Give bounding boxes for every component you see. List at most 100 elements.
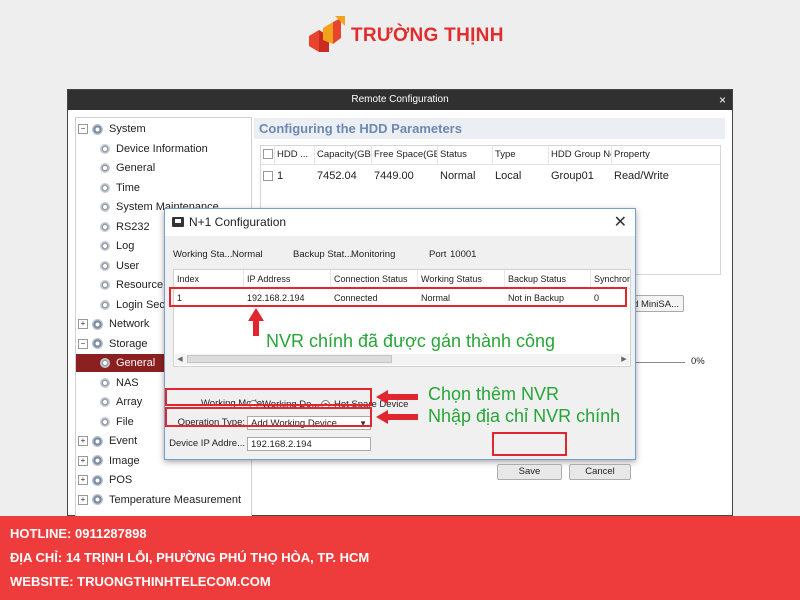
tree-item-label: Event [109,435,138,447]
gear-icon [100,202,110,212]
row-checkbox[interactable] [263,171,273,182]
collapse-icon[interactable]: − [78,124,88,134]
gear-icon [100,260,110,271]
n1-col-header[interactable]: IP Address [244,270,331,288]
hdd-cell: 7449.00 [374,170,414,182]
tree-item-label: General [116,162,156,174]
hdd-col-header[interactable]: Capacity(GB) [315,146,372,164]
table-row[interactable]: 1 7452.04 7449.00 Normal Local Group01 R… [261,166,720,186]
window-titlebar: Remote Configuration × [68,90,732,110]
tree-item[interactable]: Time [100,179,251,197]
contact-footer: HOTLINE: 0911287898 ĐỊA CHỈ: 14 TRỊNH LỖ… [0,516,800,600]
save-button[interactable]: Save [497,464,562,480]
radio-off-icon [249,400,258,409]
n1-cell: 192.168.2.194 [247,293,305,303]
scrollbar-thumb[interactable] [187,355,392,363]
hdd-col-header[interactable]: Type [493,146,549,164]
tree-item[interactable]: − System [78,120,251,138]
window-title: Remote Configuration [351,94,449,105]
collapse-icon[interactable]: − [78,338,88,349]
annotation-enter-ip: Nhập địa chỉ NVR chính [428,406,621,426]
scroll-left-icon[interactable]: ◀ [175,354,185,365]
footer-website: WEBSITE: TRUONGTHINHTELECOM.COM [10,574,271,589]
mode-working-device-radio[interactable]: Working De... [249,399,319,410]
gear-icon [100,182,110,193]
device-ip-input[interactable]: 192.168.2.194 [247,437,371,451]
tree-item-label: Storage [109,337,148,350]
gear-icon [100,358,110,368]
hdd-table-header: HDD ... Capacity(GB) Free Space(GB) Stat… [261,146,720,165]
gear-icon [92,123,103,135]
operation-type-label: Operation Type: [177,417,245,428]
tree-item[interactable]: Device Information [100,140,251,158]
expand-icon[interactable]: + [78,319,88,329]
tree-item-label: General [116,357,156,369]
brand-name: TRƯỜNG THỊNH [351,25,504,46]
dialog-close-icon[interactable]: ✕ [614,212,627,232]
n1-cell: Connected [334,293,378,303]
tree-item[interactable]: + Temperature Measurement [78,491,251,509]
gear-icon [92,435,103,447]
progress-percent: 0% [691,356,705,367]
hdd-cell: Read/Write [614,170,669,182]
table-row[interactable]: 1 192.168.2.194 Connected Normal Not in … [174,290,630,307]
tree-item-label: Network [109,318,150,330]
hdd-col-header[interactable]: HDD Group No. [549,146,612,164]
tree-item[interactable]: General [76,354,166,372]
n1-col-header[interactable]: Backup Status [505,270,591,288]
hdd-col-header[interactable]: Free Space(GB) [372,146,438,164]
port-label: Port [429,249,447,260]
mode-hot-spare-radio[interactable]: Hot Spare Device [321,399,408,410]
device-ip-label: Device IP Addre... [169,438,245,449]
window-close-icon[interactable]: × [719,90,726,110]
n1-device-table: Index IP Address Connection Status Worki… [173,269,631,367]
n1-col-header[interactable]: Working Status [418,270,505,288]
select-all-checkbox[interactable] [263,149,273,160]
hdd-col-header[interactable]: Property [612,146,702,164]
n1-col-header[interactable]: Index [174,270,244,288]
dialog-app-icon [172,217,184,227]
hdd-col-header[interactable]: HDD ... [275,146,315,164]
tree-item-label: Login Secu [116,298,172,311]
operation-type-select[interactable]: Add Working Device ▼ [247,416,371,430]
working-status-value: Normal [232,249,263,260]
radio-on-icon [321,400,330,409]
gear-icon [92,494,103,505]
radio-label: Hot Spare Device [334,399,409,410]
scroll-right-icon[interactable]: ▶ [619,354,629,365]
n1-col-header[interactable]: Synchron [591,270,630,288]
gear-icon [100,416,110,427]
tree-item-label: System [109,123,146,135]
hdd-cell: 1 [277,170,284,182]
gear-icon [100,397,110,407]
tree-item-label: Temperature Measurement [109,493,242,506]
tree-item-label: RS232 [116,220,150,233]
tree-item[interactable]: + POS [78,471,251,489]
n1-cell: Normal [421,293,451,303]
gear-icon [100,163,110,173]
expand-icon[interactable]: + [78,436,88,446]
gear-icon [92,318,103,330]
tree-item-label: File [116,415,134,428]
expand-icon[interactable]: + [78,475,88,485]
gear-icon [100,299,110,310]
expand-icon[interactable]: + [78,455,88,466]
gear-icon [100,280,110,290]
cancel-button[interactable]: Cancel [569,464,631,480]
page-title: Configuring the HDD Parameters [254,118,725,139]
gear-icon [92,474,103,486]
tree-item-label: Array [116,396,143,408]
tree-item[interactable]: General [100,159,251,177]
port-value: 10001 [450,249,477,260]
dialog-title: N+1 Configuration [189,215,287,229]
hdd-col-header[interactable]: Status [438,146,493,164]
gear-icon [92,338,103,349]
expand-icon[interactable]: + [78,494,88,505]
n1-col-header[interactable]: Connection Status [331,270,418,288]
progress-bar [636,362,685,363]
gear-icon [100,241,110,251]
gear-icon [92,455,103,466]
horizontal-scrollbar[interactable]: ◀ ▶ [175,354,629,365]
n1-cell: 0 [594,293,600,303]
tree-item-label: POS [109,474,133,486]
